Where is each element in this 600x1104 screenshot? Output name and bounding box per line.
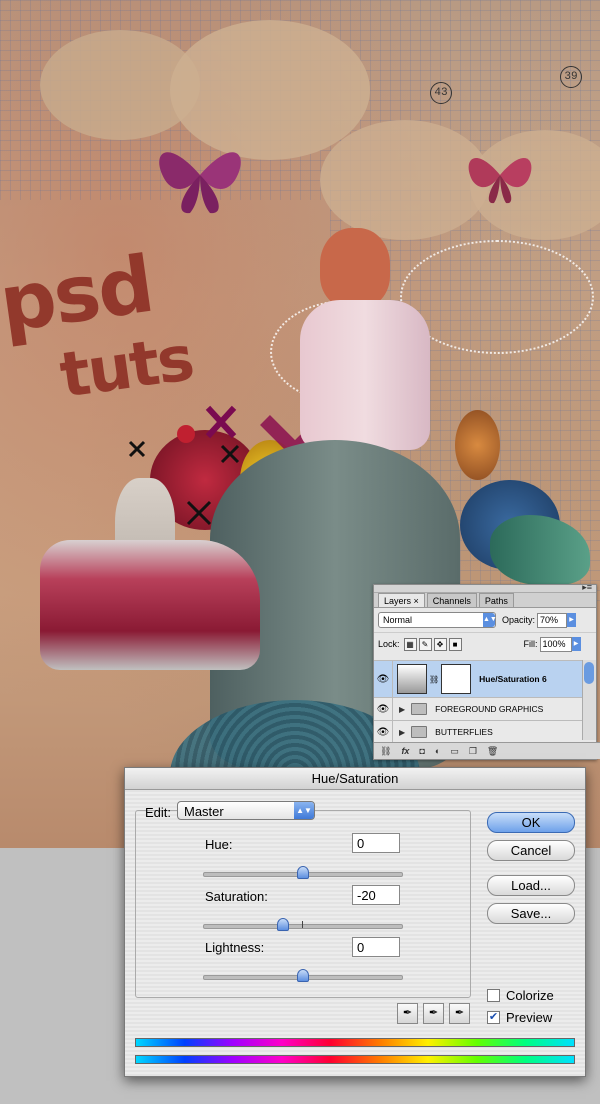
folder-icon[interactable]: ▭ — [450, 746, 459, 757]
disclosure-triangle-icon[interactable]: ▶ — [399, 728, 405, 737]
chain-link-icon[interactable]: ⛓ — [429, 675, 439, 684]
eye-icon[interactable]: 👁 — [374, 721, 393, 743]
vintage-car — [40, 540, 260, 670]
part-number: 43 — [430, 82, 452, 104]
hue-slider-thumb[interactable] — [297, 866, 309, 879]
panel-title-bar[interactable]: ▸≡ — [374, 582, 596, 593]
layer-mask-thumbnail — [441, 664, 472, 694]
eyedropper-icon[interactable]: ✒ — [397, 1003, 418, 1024]
layer-name: Hue/Saturation 6 — [479, 674, 547, 684]
lock-row: Lock: ▦ ✎ ✥ ■ Fill: 100% ▶ — [374, 632, 596, 655]
lightness-field[interactable]: 0 — [352, 937, 400, 957]
save-button[interactable]: Save... — [487, 903, 575, 924]
butterfly-illustration — [159, 152, 241, 214]
chevron-right-icon[interactable]: ▶ — [567, 612, 577, 627]
chevron-updown-icon: ▲▼ — [483, 613, 497, 627]
mask-icon[interactable]: ◘ — [419, 746, 424, 756]
scrollbar-thumb[interactable] — [584, 662, 594, 684]
layers-panel: ▸≡ Layers × Channels Paths Normal ▲▼ Opac… — [373, 582, 600, 760]
link-icon[interactable]: ⛓ — [380, 746, 391, 757]
folder-icon — [411, 703, 428, 715]
layer-row-hue-saturation[interactable]: 👁 ⛓ Hue/Saturation 6 — [374, 660, 582, 697]
ok-button[interactable]: OK — [487, 812, 575, 833]
hue-saturation-dialog: Hue/Saturation Edit: Master ▲▼ Hue: 0 Sat… — [124, 767, 586, 1077]
chevron-updown-icon: ▲▼ — [294, 802, 314, 819]
layers-scrollbar[interactable] — [582, 660, 596, 740]
part-number: 39 — [560, 66, 582, 88]
fx-icon[interactable]: fx — [401, 746, 409, 756]
hue-label: Hue: — [205, 837, 233, 852]
dialog-title: Hue/Saturation — [125, 768, 585, 790]
checkbox-box[interactable] — [487, 989, 500, 1002]
panel-tabs: Layers × Channels Paths — [374, 593, 596, 608]
panel-menu-icon[interactable]: ▸≡ — [582, 582, 592, 593]
new-layer-icon[interactable]: ❐ — [469, 746, 477, 757]
fill-label: Fill: — [523, 639, 538, 649]
lightness-slider-thumb[interactable] — [297, 969, 309, 982]
lightness-label: Lightness: — [205, 940, 265, 955]
opacity-field[interactable]: 70% ▶ — [537, 612, 577, 628]
tab-channels[interactable]: Channels — [426, 593, 477, 607]
woman-figure — [320, 228, 390, 308]
checkmark-icon[interactable]: ✔ — [487, 1011, 500, 1024]
fill-field[interactable]: 100% ▶ — [539, 636, 581, 652]
saturation-field[interactable]: -20 — [352, 885, 400, 905]
adjustment-thumbnail — [397, 664, 427, 694]
preview-checkbox[interactable]: ✔ Preview — [487, 1010, 552, 1025]
adjustment-icon[interactable]: ◐ — [435, 746, 440, 756]
layer-row-butterflies[interactable]: 👁 ▶ BUTTERFLIES — [374, 720, 582, 743]
eye-icon[interactable]: 👁 — [374, 661, 393, 697]
colorize-checkbox[interactable]: Colorize — [487, 988, 554, 1003]
tab-paths[interactable]: Paths — [478, 593, 514, 607]
woman-blouse — [300, 300, 430, 450]
input-color-spectrum — [135, 1038, 575, 1047]
layer-list: 👁 ⛓ Hue/Saturation 6 👁 ▶ FOREGROUND GRAP… — [374, 660, 582, 743]
layer-row-foreground-graphics[interactable]: 👁 ▶ FOREGROUND GRAPHICS — [374, 697, 582, 720]
saturation-label: Saturation: — [205, 889, 268, 904]
slider-center-tick — [302, 921, 303, 928]
saturation-slider-track[interactable] — [203, 924, 403, 929]
edit-range-select[interactable]: Master ▲▼ — [177, 801, 315, 820]
hue-field[interactable]: 0 — [352, 833, 400, 853]
lock-all-icon[interactable]: ■ — [448, 637, 462, 651]
butterfly-illustration — [468, 158, 532, 204]
tab-layers[interactable]: Layers × — [378, 593, 425, 607]
eyedropper-minus-icon[interactable]: ✒ — [449, 1003, 470, 1024]
layer-name: BUTTERFLIES — [435, 727, 493, 737]
edit-label: Edit: — [145, 805, 172, 820]
saturation-slider-thumb[interactable] — [277, 918, 290, 931]
eyedropper-plus-icon[interactable]: ✒ — [423, 1003, 444, 1024]
lock-transparency-icon[interactable]: ▦ — [403, 637, 417, 651]
layers-bottom-toolbar: ⛓ fx ◘ ◐ ▭ ❐ 🗑 — [374, 742, 600, 759]
lock-pixels-icon[interactable]: ✎ — [418, 637, 432, 651]
lock-icons: ▦ ✎ ✥ ■ — [403, 637, 464, 651]
eye-icon[interactable]: 👁 — [374, 698, 393, 720]
layer-name: FOREGROUND GRAPHICS — [435, 704, 544, 714]
blend-row: Normal ▲▼ Opacity: 70% ▶ — [374, 608, 596, 632]
folder-icon — [411, 726, 428, 738]
cancel-button[interactable]: Cancel — [487, 840, 575, 861]
close-icon[interactable]: × — [414, 596, 419, 606]
blend-mode-select[interactable]: Normal ▲▼ — [378, 612, 497, 628]
opacity-label: Opacity: — [502, 615, 536, 625]
output-color-spectrum — [135, 1055, 575, 1064]
bird-illustration — [455, 410, 500, 480]
disclosure-triangle-icon[interactable]: ▶ — [399, 705, 405, 714]
chevron-right-icon[interactable]: ▶ — [571, 636, 581, 651]
lock-position-icon[interactable]: ✥ — [433, 637, 447, 651]
trash-icon[interactable]: 🗑 — [487, 746, 498, 757]
lock-label: Lock: — [378, 639, 400, 649]
load-button[interactable]: Load... — [487, 875, 575, 896]
